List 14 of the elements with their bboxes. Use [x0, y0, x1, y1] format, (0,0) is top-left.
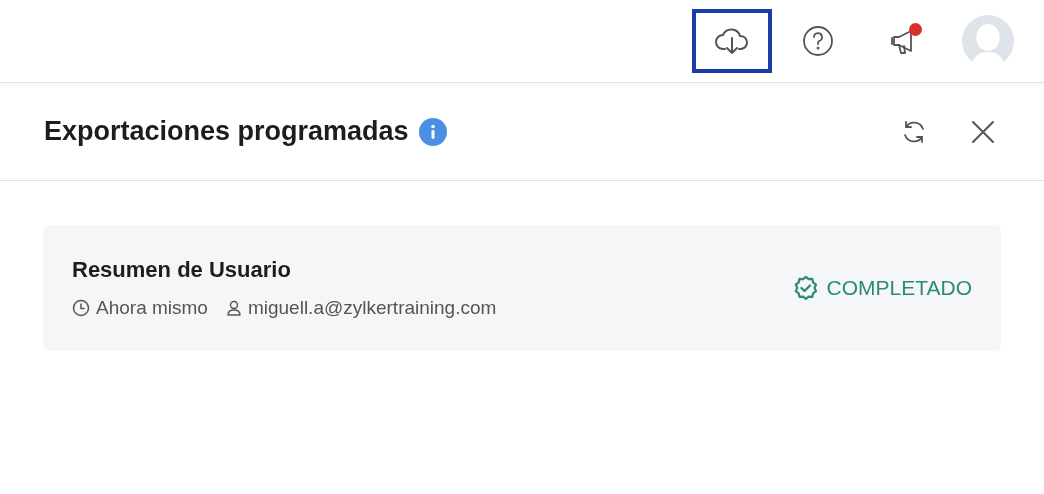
toolbar-button[interactable]	[692, 9, 772, 73]
export-time: Ahora mismo	[96, 297, 208, 319]
user-icon	[225, 299, 242, 317]
clock-icon	[72, 299, 90, 317]
close-icon	[970, 118, 996, 145]
panel-title: Exportaciones programadas	[44, 116, 409, 147]
status-label: COMPLETADO	[792, 275, 972, 301]
help-icon	[802, 25, 834, 57]
avatar-icon	[962, 12, 1014, 70]
export-user: miguell.a@zylkertraining.com	[247, 297, 497, 319]
cloud-download-icon	[714, 25, 750, 57]
check-badge-icon	[792, 275, 819, 301]
export-name: Resumen de Usuario	[72, 257, 292, 283]
info-icon	[418, 117, 447, 146]
